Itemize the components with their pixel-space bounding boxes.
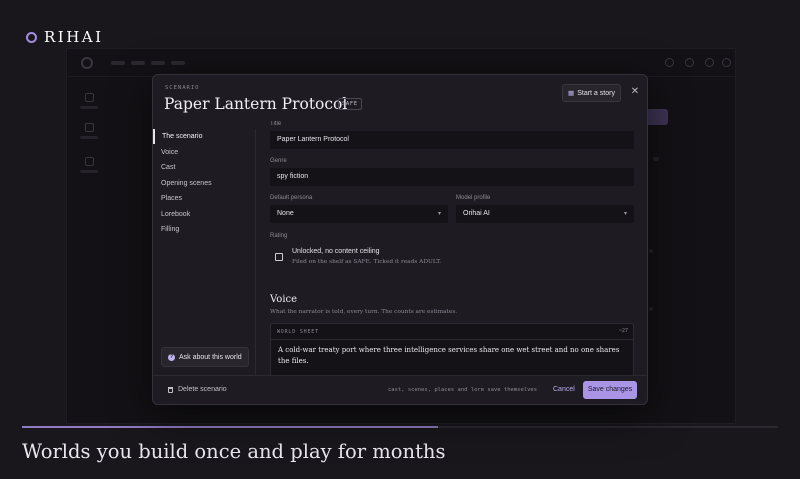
model-profile-value: Orihai AI xyxy=(463,210,490,217)
voice-subtitle: What the narrator is told, every turn. T… xyxy=(270,309,458,315)
close-icon[interactable]: ✕ xyxy=(629,86,641,98)
background-sidebar-item xyxy=(77,157,101,173)
book-icon: ▦ xyxy=(568,90,575,97)
nav-item-the-scenario[interactable]: The scenario xyxy=(153,129,256,144)
brand-ring-icon xyxy=(26,32,37,43)
background-nav-item xyxy=(111,61,125,65)
trash-icon xyxy=(168,386,173,393)
chevron-down-icon: ▾ xyxy=(623,211,627,217)
background-nav-item xyxy=(131,61,145,65)
cancel-button[interactable]: Cancel xyxy=(553,386,575,393)
delete-label: Delete scenario xyxy=(178,386,227,393)
start-story-label: Start a story xyxy=(577,89,615,97)
rating-badge: SAFE xyxy=(338,98,362,110)
question-icon: ? xyxy=(168,353,175,361)
checkbox-subtitle: Filed on the shelf as SAFE. Ticked it re… xyxy=(292,259,442,265)
scenario-modal: SCENARIO Paper Lantern Protocol SAFE ▦ S… xyxy=(152,74,648,405)
voice-heading: Voice xyxy=(270,294,298,305)
model-profile-label: Model profile xyxy=(456,195,491,201)
nav-item-filling[interactable]: Filling xyxy=(153,222,256,237)
ask-about-world-button[interactable]: ? Ask about this world xyxy=(161,347,249,367)
nav-item-places[interactable]: Places xyxy=(153,191,256,206)
world-sheet-label: WORLD SHEET xyxy=(277,329,319,335)
genre-label: Genre xyxy=(270,158,287,164)
background-toolbar-icon xyxy=(685,58,694,67)
background-mark xyxy=(649,307,653,311)
scenario-form: Title Paper Lantern Protocol Genre spy f… xyxy=(270,121,635,375)
genre-input[interactable]: spy fiction xyxy=(270,168,634,186)
world-sheet-editor[interactable]: WORLD SHEET ~27 A cold-war treaty port w… xyxy=(270,323,634,375)
nav-item-voice[interactable]: Voice xyxy=(153,145,256,160)
nav-item-opening-scenes[interactable]: Opening scenes xyxy=(153,176,256,191)
world-sheet-divider xyxy=(271,339,633,340)
chevron-down-icon: ▾ xyxy=(437,211,441,217)
nav-item-cast[interactable]: Cast xyxy=(153,160,256,175)
modal-sidebar: The scenario Voice Cast Opening scenes P… xyxy=(153,129,256,375)
nav-item-lorebook[interactable]: Lorebook xyxy=(153,207,256,222)
persona-label: Default persona xyxy=(270,195,313,201)
world-sheet-text[interactable]: A cold-war treaty port where three intel… xyxy=(278,345,623,367)
token-count: ~27 xyxy=(618,328,628,334)
background-toolbar-icon xyxy=(722,58,731,67)
model-profile-select[interactable]: Orihai AI ▾ xyxy=(456,205,634,223)
background-nav-item xyxy=(151,61,165,65)
checkbox-title: Unlocked, no content ceiling xyxy=(292,248,380,255)
background-toolbar-icon xyxy=(665,58,674,67)
modal-title: Paper Lantern Protocol xyxy=(164,95,348,113)
background-sidebar-item xyxy=(77,93,101,109)
progress-track xyxy=(22,426,778,428)
title-input[interactable]: Paper Lantern Protocol xyxy=(270,131,634,149)
start-story-button[interactable]: ▦ Start a story xyxy=(562,84,621,102)
title-label: Title xyxy=(270,121,282,127)
background-topbar xyxy=(67,49,735,77)
rating-label: Rating xyxy=(270,233,288,239)
background-logo-icon xyxy=(81,57,93,69)
save-changes-button[interactable]: Save changes xyxy=(583,381,637,399)
persona-select[interactable]: None ▾ xyxy=(270,205,448,223)
autosave-note: cast, scenes, places and lore save thems… xyxy=(388,387,538,393)
brand-logo: RIHAI xyxy=(26,28,104,46)
background-toolbar-icon xyxy=(705,58,714,67)
background-sidebar-item xyxy=(77,123,101,139)
ask-label: Ask about this world xyxy=(179,353,242,361)
background-mark xyxy=(649,249,653,253)
persona-value: None xyxy=(277,210,294,217)
modal-footer: Delete scenario cast, scenes, places and… xyxy=(153,375,647,404)
adult-rating-checkbox[interactable] xyxy=(275,253,283,261)
brand-name: RIHAI xyxy=(44,28,104,46)
modal-eyebrow: SCENARIO xyxy=(165,85,200,91)
modal-header: SCENARIO Paper Lantern Protocol SAFE ▦ S… xyxy=(153,75,647,121)
background-nav-item xyxy=(171,61,185,65)
tagline: Worlds you build once and play for month… xyxy=(22,440,446,463)
progress-fill xyxy=(22,426,438,428)
background-mark xyxy=(653,157,659,161)
delete-scenario-button[interactable]: Delete scenario xyxy=(168,386,227,393)
